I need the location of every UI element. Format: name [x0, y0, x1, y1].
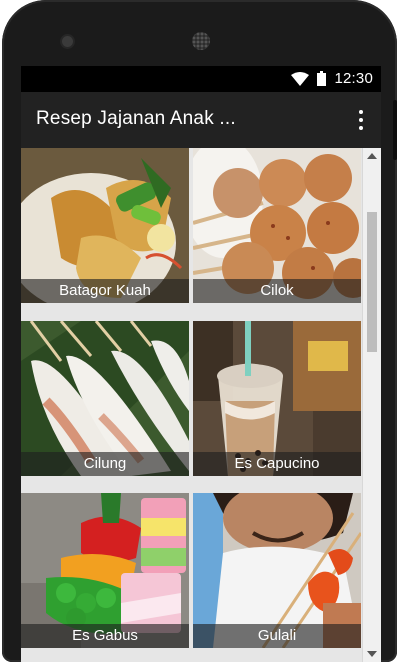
content-area: Batagor Kuah Cilok Cilung Es Capucino Es…	[21, 148, 381, 662]
phone-frame: 12:30 Resep Jajanan Anak ... Batagor Kua…	[2, 0, 397, 662]
grid-item-batagor-kuah[interactable]: Batagor Kuah	[21, 148, 189, 303]
vertical-scrollbar[interactable]	[362, 148, 381, 662]
grid-item-cilung[interactable]: Cilung	[21, 320, 189, 476]
scroll-up-arrow-icon[interactable]	[367, 153, 377, 159]
wifi-icon	[291, 71, 310, 86]
battery-icon	[317, 71, 327, 86]
grid-item-label: Cilung	[21, 451, 189, 476]
grid-item-es-capucino[interactable]: Es Capucino	[193, 320, 361, 476]
app-bar: Resep Jajanan Anak ...	[21, 92, 381, 148]
scroll-down-arrow-icon[interactable]	[367, 651, 377, 657]
front-camera	[62, 36, 73, 47]
grid-item-cilok[interactable]: Cilok	[193, 148, 361, 303]
grid-item-label: Es Gabus	[21, 624, 189, 649]
grid-item-label: Gulali	[193, 624, 361, 649]
grid-item-label: Es Capucino	[193, 451, 361, 476]
grid-item-gulali[interactable]: Gulali	[193, 493, 361, 649]
grid-item-label: Cilok	[193, 279, 361, 303]
grid-item-label: Batagor Kuah	[21, 279, 189, 303]
grid-item-es-gabus[interactable]: Es Gabus	[21, 493, 189, 649]
overflow-menu-icon[interactable]	[351, 108, 371, 132]
app-title: Resep Jajanan Anak ...	[36, 108, 236, 129]
earpiece-speaker	[192, 32, 210, 50]
side-button	[393, 100, 397, 160]
scrollbar-thumb[interactable]	[367, 212, 377, 352]
recipe-grid: Batagor Kuah Cilok Cilung Es Capucino Es…	[21, 148, 362, 662]
status-clock: 12:30	[334, 70, 373, 87]
screen: 12:30 Resep Jajanan Anak ... Batagor Kua…	[21, 66, 381, 662]
status-bar: 12:30	[21, 66, 381, 92]
